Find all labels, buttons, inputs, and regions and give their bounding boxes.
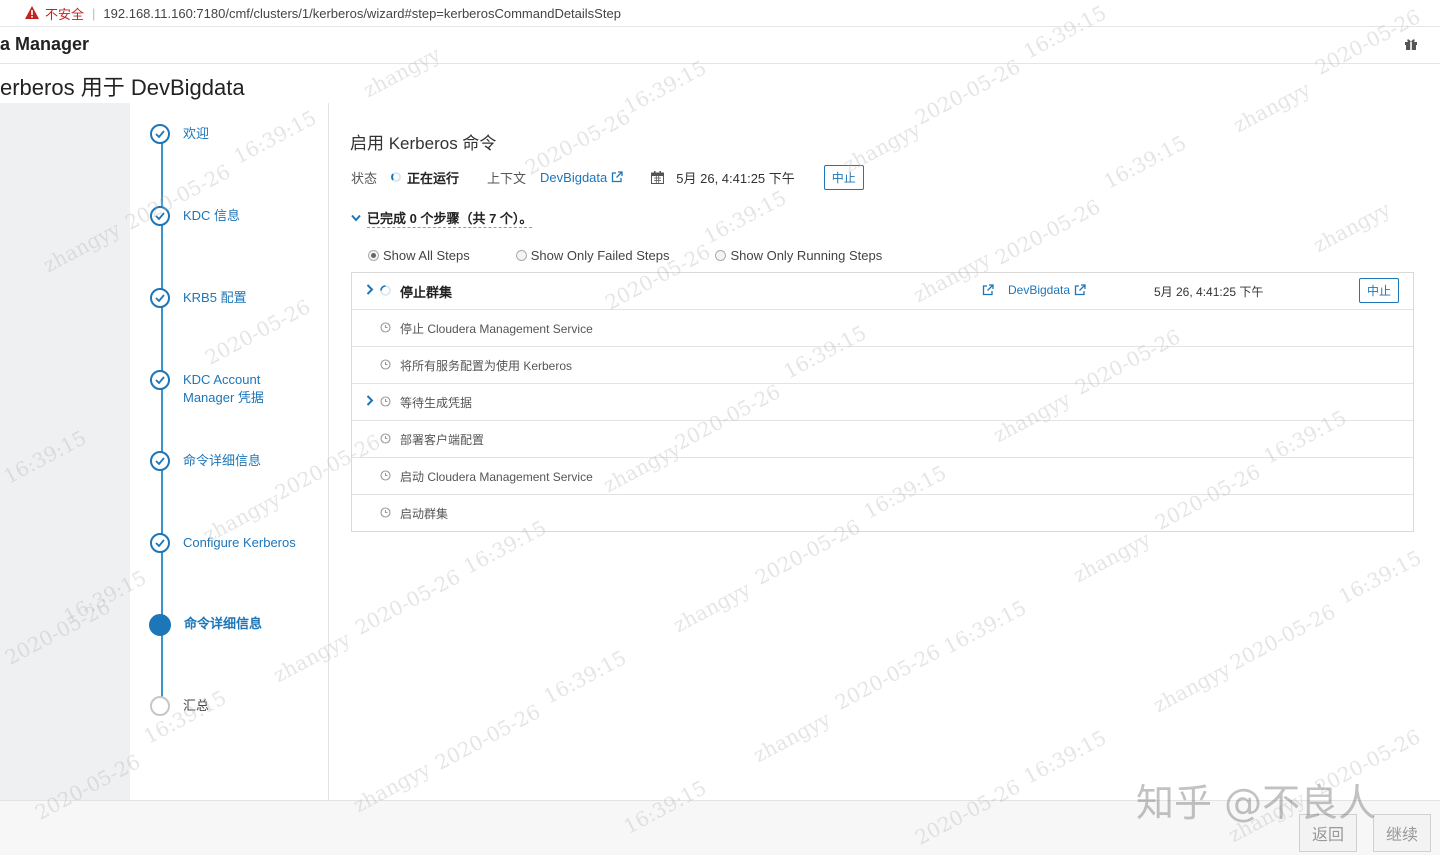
abort-command-button[interactable]: 中止 bbox=[823, 164, 864, 190]
browser-address-bar[interactable]: 不安全 | 192.168.11.160:7180/cmf/clusters/1… bbox=[0, 0, 1440, 27]
clock-icon bbox=[380, 396, 391, 407]
warning-icon bbox=[25, 6, 39, 20]
clock-icon bbox=[380, 359, 391, 370]
check-icon bbox=[150, 206, 170, 226]
pending-step-icon bbox=[150, 696, 170, 716]
wizard-step-kdc-info[interactable]: KDC 信息 bbox=[150, 206, 240, 226]
app-header: a Manager bbox=[0, 27, 1440, 64]
step-name: 停止 Cloudera Management Service bbox=[400, 322, 593, 336]
filter-failed-steps[interactable]: Show Only Failed Steps bbox=[515, 248, 670, 263]
filter-label: Show Only Running Steps bbox=[730, 248, 883, 263]
context-label: 上下文 bbox=[487, 170, 527, 186]
clock-icon bbox=[380, 322, 391, 333]
url-text[interactable]: 192.168.11.160:7180/cmf/clusters/1/kerbe… bbox=[103, 6, 621, 21]
steps-summary-toggle[interactable]: 已完成 0 个步骤（共 7 个）。 bbox=[351, 208, 533, 228]
external-link-icon bbox=[1074, 284, 1086, 296]
url-separator: | bbox=[92, 5, 96, 21]
radio-icon bbox=[515, 250, 527, 261]
back-button[interactable]: 返回 bbox=[1299, 814, 1357, 852]
filter-running-steps[interactable]: Show Only Running Steps bbox=[715, 248, 882, 263]
wizard-nav: 欢迎 KDC 信息 KRB5 配置 KDC Account Manager 凭据… bbox=[130, 103, 329, 800]
step-row[interactable]: 等待生成凭据 bbox=[352, 383, 1413, 420]
external-link-icon[interactable] bbox=[982, 284, 994, 296]
chevron-right-icon[interactable] bbox=[366, 284, 374, 295]
step-row[interactable]: 停止群集 DevBigdata 5月 26, 4:41:25 下午 中止 bbox=[352, 273, 1413, 309]
status-value: 正在运行 bbox=[407, 170, 460, 186]
steps-summary-text: 已完成 0 个步骤（共 7 个）。 bbox=[367, 208, 533, 228]
step-row: 将所有服务配置为使用 Kerberos bbox=[352, 346, 1413, 383]
step-name: 停止群集 bbox=[400, 285, 453, 300]
wizard-step-krb5-config[interactable]: KRB5 配置 bbox=[150, 288, 247, 308]
wizard-step-configure-kerberos[interactable]: Configure Kerberos bbox=[150, 533, 296, 553]
command-details-panel: 启用 Kerberos 命令 状态 正在运行 上下文 DevBigdata 5月… bbox=[329, 103, 1440, 800]
step-row: 启动群集 bbox=[352, 494, 1413, 531]
status-label: 状态 bbox=[351, 170, 378, 186]
current-step-icon bbox=[149, 614, 171, 636]
check-icon bbox=[150, 288, 170, 308]
running-spinner-icon bbox=[380, 285, 391, 296]
abort-step-button[interactable]: 中止 bbox=[1358, 278, 1399, 303]
step-context-link[interactable]: DevBigdata bbox=[982, 283, 1086, 297]
check-icon bbox=[150, 370, 170, 390]
app-title[interactable]: a Manager bbox=[0, 34, 89, 55]
step-row: 停止 Cloudera Management Service bbox=[352, 309, 1413, 346]
wizard-footer: 返回 继续 bbox=[0, 800, 1440, 855]
page-title: erberos 用于 DevBigdata bbox=[0, 75, 245, 100]
wizard-step-label: 命令详细信息 bbox=[183, 453, 262, 468]
wizard-step-label: 命令详细信息 bbox=[184, 616, 263, 631]
step-name: 将所有服务配置为使用 Kerberos bbox=[400, 359, 573, 373]
wizard-step-command-details-current[interactable]: 命令详细信息 bbox=[149, 614, 263, 636]
check-icon bbox=[150, 533, 170, 553]
clock-icon bbox=[380, 433, 391, 444]
step-name: 启动 Cloudera Management Service bbox=[400, 470, 593, 484]
context-link[interactable]: DevBigdata bbox=[540, 170, 623, 185]
chevron-right-icon[interactable] bbox=[366, 395, 374, 406]
radio-selected-icon bbox=[368, 250, 379, 261]
filter-label: Show All Steps bbox=[383, 248, 470, 263]
calendar-icon bbox=[651, 170, 665, 184]
status-row: 状态 正在运行 上下文 DevBigdata 5月 26, 4:41:25 下午… bbox=[351, 164, 864, 190]
check-icon bbox=[150, 451, 170, 471]
step-row: 启动 Cloudera Management Service bbox=[352, 457, 1413, 494]
start-date: 5月 26, 4:41:25 下午 bbox=[676, 170, 795, 186]
continue-button[interactable]: 继续 bbox=[1373, 814, 1431, 852]
context-link-text: DevBigdata bbox=[540, 169, 608, 185]
step-context-text: DevBigdata bbox=[1008, 283, 1071, 297]
wizard-step-label: KDC 信息 bbox=[183, 208, 241, 223]
wizard-step-welcome[interactable]: 欢迎 bbox=[150, 124, 209, 144]
step-name: 部署客户端配置 bbox=[400, 433, 485, 447]
left-gutter bbox=[0, 103, 130, 800]
step-filters: Show All Steps Show Only Failed Steps Sh… bbox=[368, 248, 928, 263]
step-row: 部署客户端配置 bbox=[352, 420, 1413, 457]
wizard-step-label: KRB5 配置 bbox=[183, 290, 247, 305]
steps-table: 停止群集 DevBigdata 5月 26, 4:41:25 下午 中止 停止 … bbox=[351, 272, 1414, 532]
clock-icon bbox=[380, 507, 391, 518]
radio-icon bbox=[715, 250, 727, 261]
external-link-icon bbox=[611, 170, 623, 183]
step-name: 等待生成凭据 bbox=[400, 396, 473, 410]
clock-icon bbox=[380, 470, 391, 481]
check-icon bbox=[150, 124, 170, 144]
wizard-step-label: 汇总 bbox=[183, 698, 210, 713]
chevron-down-icon bbox=[351, 214, 361, 222]
wizard-step-kdc-account-manager[interactable]: KDC Account Manager 凭据 bbox=[150, 370, 273, 407]
wizard-step-command-details-1[interactable]: 命令详细信息 bbox=[150, 451, 261, 471]
gift-icon[interactable] bbox=[1404, 37, 1418, 51]
step-date: 5月 26, 4:41:25 下午 bbox=[1154, 285, 1264, 299]
wizard-step-summary: 汇总 bbox=[150, 696, 209, 716]
wizard-step-label: KDC Account Manager 凭据 bbox=[183, 372, 264, 405]
filter-label: Show Only Failed Steps bbox=[530, 248, 670, 263]
command-title: 启用 Kerberos 命令 bbox=[350, 134, 497, 153]
wizard-step-label: 欢迎 bbox=[183, 126, 210, 141]
wizard-step-label: Configure Kerberos bbox=[183, 535, 296, 550]
running-spinner-icon bbox=[391, 172, 402, 182]
filter-all-steps[interactable]: Show All Steps bbox=[368, 248, 470, 263]
security-label[interactable]: 不安全 bbox=[45, 4, 84, 23]
step-name: 启动群集 bbox=[400, 507, 449, 521]
